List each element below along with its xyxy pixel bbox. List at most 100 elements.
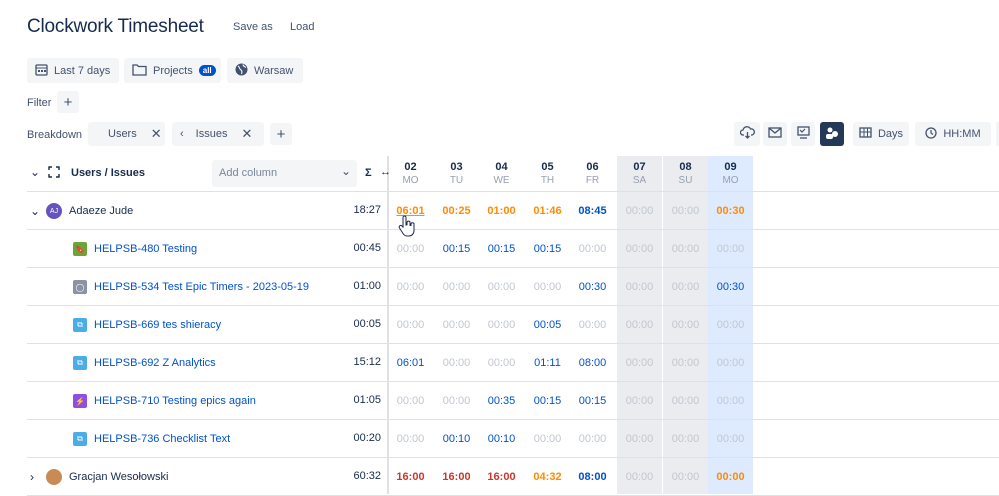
time-cell[interactable]: 00:00 [388,382,433,420]
issue-link[interactable]: HELPSB-534 Test Epic Timers - 2023-05-19 [94,281,309,293]
timezone-selector[interactable]: Warsaw [227,58,303,83]
issue-link[interactable]: HELPSB-669 tes shieracy [94,319,221,331]
close-icon[interactable]: ✕ [151,126,162,142]
time-cell[interactable]: 08:00 [570,458,615,496]
time-cell[interactable]: 00:30 [708,192,753,230]
time-cell[interactable]: 00:00 [663,420,708,458]
time-cell[interactable]: 00:00 [570,230,615,268]
expand-frame-icon[interactable] [48,166,60,181]
time-cell[interactable]: 00:00 [708,306,753,344]
time-cell[interactable]: 00:00 [434,382,479,420]
time-cell[interactable]: 00:00 [663,192,708,230]
issue-link[interactable]: HELPSB-480 Testing [94,243,197,255]
time-cell[interactable]: 00:00 [617,420,662,458]
add-breakdown-button[interactable]: + [270,123,292,145]
time-cell[interactable]: 00:15 [525,230,570,268]
time-format-label: HH:MM [943,128,981,140]
time-cell[interactable]: 16:00 [479,458,524,496]
time-cell[interactable]: 00:00 [708,382,753,420]
time-cell[interactable]: 00:00 [617,306,662,344]
chevron-right-icon[interactable]: › [30,470,34,484]
report-button[interactable] [791,122,815,146]
time-cell[interactable]: 01:46 [525,192,570,230]
time-cell[interactable]: 00:00 [525,420,570,458]
time-cell[interactable]: 16:00 [434,458,479,496]
time-cell[interactable]: 08:45 [570,192,615,230]
load-button[interactable]: Load [290,21,314,33]
time-cell[interactable]: 04:32 [525,458,570,496]
time-format-button[interactable]: HH:MM [915,122,991,146]
user-row[interactable]: › Gracjan Wesołowski 60:32 16:00 16:00 16:00 0… [27,458,999,496]
time-cell[interactable]: 00:00 [570,420,615,458]
time-cell[interactable]: 00:00 [570,306,615,344]
time-cell[interactable]: 08:00 [570,344,615,382]
add-filter-button[interactable]: + [57,91,79,113]
time-cell[interactable]: 00:00 [388,268,433,306]
time-cell[interactable]: 00:00 [663,306,708,344]
save-as-button[interactable]: Save as [233,21,273,33]
issue-link[interactable]: HELPSB-736 Checklist Text [94,433,230,445]
time-cell[interactable]: 00:10 [434,420,479,458]
time-cell[interactable]: 00:10 [479,420,524,458]
add-column-select[interactable]: Add column ⌄ [212,160,357,187]
user-row[interactable]: ⌄ AJ Adaeze Jude 18:27 06:01 00:25 01:00 01:46 0… [27,192,999,230]
time-cell[interactable]: 16:00 [388,458,433,496]
time-cell[interactable]: 00:00 [434,306,479,344]
time-cell[interactable]: 01:11 [525,344,570,382]
time-cell[interactable]: 00:00 [617,382,662,420]
time-cell[interactable]: 00:00 [663,382,708,420]
time-cell[interactable]: 06:01 [388,344,433,382]
time-cell[interactable]: 00:00 [388,306,433,344]
close-icon[interactable]: ✕ [241,126,252,142]
chevron-left-icon[interactable]: ‹ [180,128,184,140]
time-cell[interactable]: 00:00 [663,344,708,382]
breakdown-users-chip[interactable]: Users ✕ [88,122,165,146]
time-cell[interactable]: 00:25 [434,192,479,230]
time-cell[interactable]: 00:00 [617,344,662,382]
issue-row[interactable]: ⧉ HELPSB-736 Checklist Text 00:20 00:00 00:1… [27,420,999,458]
issue-link[interactable]: HELPSB-710 Testing epics again [94,395,256,407]
issue-link[interactable]: HELPSB-692 Z Analytics [94,357,216,369]
time-cell[interactable]: 00:00 [617,458,662,496]
time-cell[interactable]: 00:00 [479,306,524,344]
export-cloud-button[interactable] [734,122,760,146]
group-view-button[interactable] [820,122,844,146]
time-cell[interactable]: 00:00 [525,268,570,306]
time-cell[interactable]: 00:00 [479,268,524,306]
breakdown-issues-chip[interactable]: ‹ Issues ✕ [172,122,264,146]
collapse-all-icon[interactable]: ⌄ [30,165,40,179]
time-cell[interactable]: 00:35 [479,382,524,420]
time-cell[interactable]: 00:30 [570,268,615,306]
time-cell[interactable]: 00:00 [617,268,662,306]
time-cell[interactable]: 00:00 [663,268,708,306]
time-cell[interactable]: 00:00 [708,344,753,382]
time-cell[interactable]: 00:00 [434,344,479,382]
time-cell[interactable]: 00:05 [525,306,570,344]
time-cell[interactable]: 00:00 [388,420,433,458]
days-button[interactable]: Days [853,122,909,146]
issue-row[interactable]: ◯ HELPSB-534 Test Epic Timers - 2023-05-1… [27,268,999,306]
issue-row[interactable]: 🔖 HELPSB-480 Testing 00:45 00:00 00:15 00:15 0… [27,230,999,268]
time-cell[interactable]: 00:00 [708,420,753,458]
period-selector[interactable]: Last 7 days [27,58,119,83]
time-cell[interactable]: 00:15 [479,230,524,268]
time-cell[interactable]: 00:00 [708,458,753,496]
email-button[interactable] [763,122,787,146]
issue-row[interactable]: ⧉ HELPSB-669 tes shieracy 00:05 00:00 00:00 0… [27,306,999,344]
time-cell[interactable]: 00:00 [479,344,524,382]
time-cell[interactable]: 01:00 [479,192,524,230]
time-cell[interactable]: 00:15 [570,382,615,420]
time-cell[interactable]: 00:00 [663,458,708,496]
chevron-down-icon[interactable]: ⌄ [30,204,40,218]
time-cell[interactable]: 00:00 [617,192,662,230]
time-cell[interactable]: 00:15 [525,382,570,420]
time-cell[interactable]: 00:00 [617,230,662,268]
time-cell[interactable]: 00:15 [434,230,479,268]
projects-selector[interactable]: Projects all [124,58,221,83]
issue-row[interactable]: ⚡ HELPSB-710 Testing epics again 01:05 00:0… [27,382,999,420]
time-cell[interactable]: 00:30 [708,268,753,306]
time-cell[interactable]: 00:00 [663,230,708,268]
time-cell[interactable]: 00:00 [434,268,479,306]
issue-row[interactable]: ⧉ HELPSB-692 Z Analytics 15:12 06:01 00:00 00… [27,344,999,382]
time-cell[interactable]: 00:00 [708,230,753,268]
